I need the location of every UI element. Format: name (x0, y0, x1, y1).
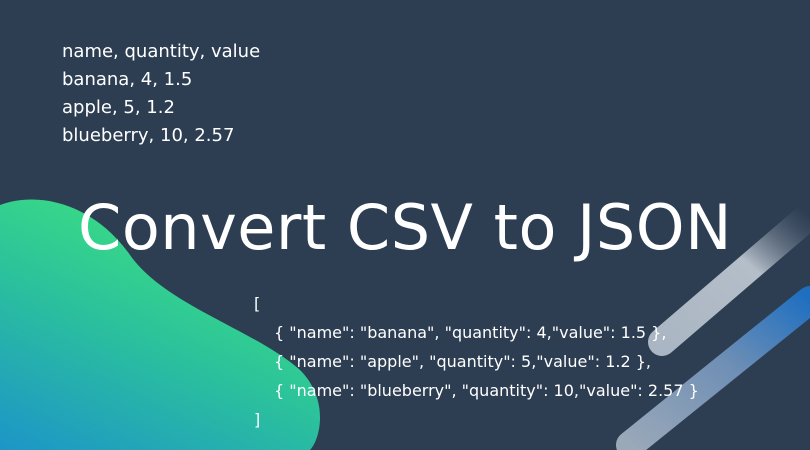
csv-header-line: name, quantity, value (62, 41, 261, 62)
json-object-blueberry: { "name": "blueberry", "quantity": 10,"v… (274, 381, 699, 400)
json-object-banana: { "name": "banana", "quantity": 4,"value… (274, 323, 667, 342)
json-close-bracket: ] (254, 410, 261, 429)
json-sample-block: [ { "name": "banana", "quantity": 4,"val… (254, 289, 699, 434)
page-title: Convert CSV to JSON (78, 191, 732, 264)
csv-row-apple: apple, 5, 1.2 (62, 97, 175, 118)
json-object-apple: { "name": "apple", "quantity": 5,"value"… (274, 352, 651, 371)
json-open-bracket: [ (254, 294, 261, 313)
csv-row-blueberry: blueberry, 10, 2.57 (62, 125, 235, 146)
csv-sample-block: name, quantity, value banana, 4, 1.5 app… (62, 38, 260, 150)
csv-row-banana: banana, 4, 1.5 (62, 69, 193, 90)
